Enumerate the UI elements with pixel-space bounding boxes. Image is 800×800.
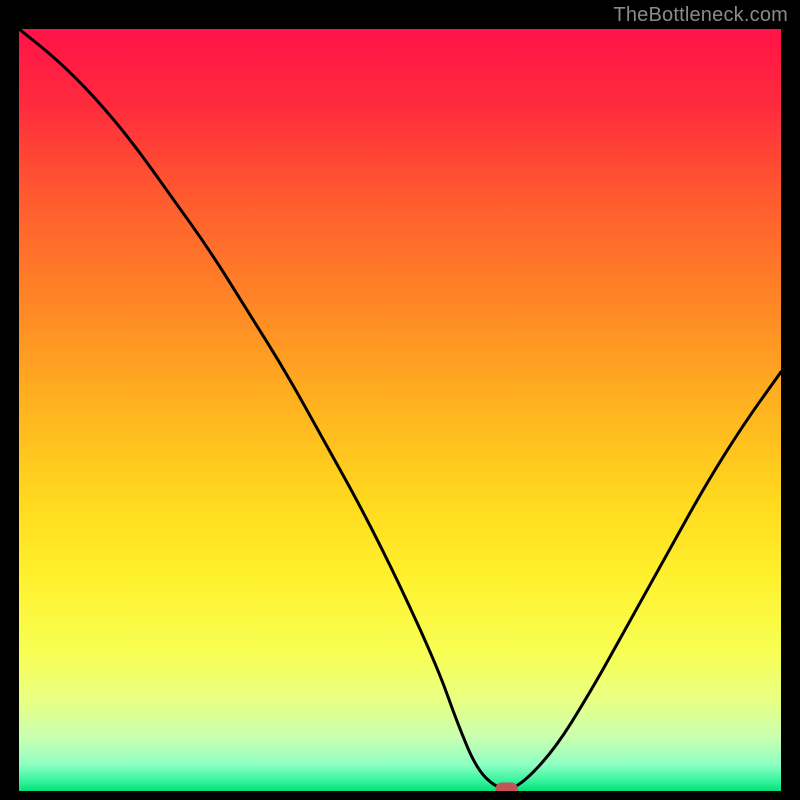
attribution-label: TheBottleneck.com [613, 4, 788, 27]
bottleneck-chart [19, 29, 781, 791]
chart-frame: TheBottleneck.com [0, 0, 800, 800]
minimum-marker [496, 783, 518, 792]
plot-area [19, 29, 781, 791]
